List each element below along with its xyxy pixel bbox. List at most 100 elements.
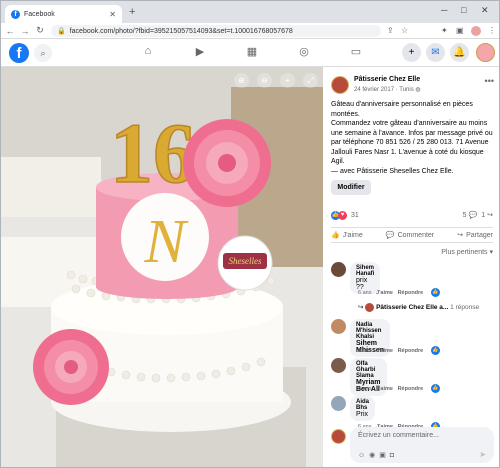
zoom-out-icon[interactable]: ⊖: [257, 73, 272, 88]
commenter-name[interactable]: Aida Bhs: [356, 399, 369, 411]
like-button[interactable]: 👍 J'aime: [331, 231, 363, 240]
lock-icon: 🔒: [57, 28, 66, 35]
comment-reply-link[interactable]: Répondre: [398, 348, 424, 354]
comment-time[interactable]: 6 ans: [358, 290, 371, 296]
maximize-button[interactable]: □: [461, 5, 466, 15]
emoji-icon[interactable]: ☺: [358, 452, 369, 459]
comment-tools: ☺◉▣◘: [358, 451, 398, 459]
comment-time[interactable]: 6 ans: [358, 348, 371, 354]
photo-viewer: N 16 Sheselles ⊕ ⊖ ⌖ ⤢: [1, 67, 323, 467]
video-icon[interactable]: ▶: [193, 45, 207, 59]
url-text: facebook.com/photo/?fbid=395215057514093…: [69, 27, 293, 35]
commenter-avatar[interactable]: [331, 319, 346, 334]
comment-like-link[interactable]: J'aime: [376, 386, 393, 392]
share-count-icon: ↪: [487, 212, 493, 219]
tab-close-icon[interactable]: ✕: [109, 10, 116, 19]
comment-count-icon: 💬: [468, 212, 478, 219]
comment-count[interactable]: 5: [463, 212, 467, 219]
comment-input[interactable]: Écrivez un commentaire... ☺◉▣◘ ➤: [350, 427, 494, 463]
share-page-icon[interactable]: ⇪: [387, 26, 394, 35]
commenter-avatar[interactable]: [331, 262, 346, 277]
home-icon[interactable]: ⌂: [141, 45, 155, 59]
cake-letter: N: [143, 208, 189, 276]
cake-photo: N 16 Sheselles: [1, 67, 323, 467]
reaction-count[interactable]: 31: [351, 212, 359, 219]
desc-line-3: — avec Pâtisserie Sheselles Chez Elle.: [331, 167, 454, 175]
url-field[interactable]: 🔒 facebook.com/photo/?fbid=3952150575140…: [51, 25, 381, 37]
commenter-name[interactable]: Nadia M'hissen Khalsi: [356, 322, 384, 340]
reply-avatar: [365, 303, 375, 312]
globe-icon: ◍: [415, 87, 421, 93]
sticker-icon[interactable]: ◘: [390, 452, 398, 459]
post-date[interactable]: 24 février 2017: [354, 87, 394, 93]
cake-number: 16: [110, 105, 196, 201]
more-options-icon[interactable]: •••: [485, 76, 494, 86]
modify-button[interactable]: Modifier: [331, 180, 371, 195]
camera-icon[interactable]: ◉: [369, 452, 379, 459]
forward-icon[interactable]: →: [19, 26, 31, 36]
browser-window: f Facebook ✕ + ─ □ ✕ ← → ↻ 🔒 facebook.co…: [0, 0, 500, 468]
notifications-bell-icon[interactable]: 🔔: [450, 43, 469, 62]
marketplace-icon[interactable]: ▦: [245, 45, 259, 59]
comment-text: Prix: [356, 411, 369, 418]
page-name[interactable]: Pâtisserie Chez Elle: [354, 76, 420, 83]
tab-facebook[interactable]: f Facebook ✕: [5, 5, 122, 23]
messenger-icon[interactable]: ✉: [426, 43, 445, 62]
share-icon: ↪: [457, 232, 464, 239]
comment-meta: 6 ans J'aime Répondre 👍: [358, 346, 440, 355]
gif-icon[interactable]: ▣: [379, 452, 390, 459]
commenter-name[interactable]: Olfa Gharbi Slama: [356, 361, 381, 379]
fullscreen-icon[interactable]: ⤢: [303, 73, 318, 88]
bookmark-star-icon[interactable]: ☆: [401, 26, 408, 35]
desc-line-1: Gâteau d'anniversaire personnalisé en pi…: [331, 101, 473, 118]
logo-text: Sheselles: [229, 256, 262, 266]
zoom-in-icon[interactable]: ⊕: [234, 73, 249, 88]
comment-button[interactable]: 💬 Commenter: [385, 231, 434, 240]
share-count[interactable]: 1: [481, 212, 485, 219]
extensions-icon[interactable]: ✦: [441, 26, 448, 35]
post-location[interactable]: Tunis: [399, 87, 413, 93]
close-window-button[interactable]: ✕: [481, 5, 489, 16]
reply-arrow-icon: ↪: [358, 304, 364, 312]
writer-avatar: [331, 429, 346, 444]
back-icon[interactable]: ←: [4, 26, 16, 36]
reply-thread[interactable]: ↪ Pâtisserie Chez Elle a... 1 réponse: [358, 303, 479, 312]
pink-rose-top: [183, 119, 271, 207]
account-avatar[interactable]: [476, 43, 495, 62]
minimize-button[interactable]: ─: [441, 5, 447, 15]
reload-icon[interactable]: ↻: [34, 25, 46, 36]
groups-icon[interactable]: ◎: [297, 45, 311, 59]
profile-avatar-icon[interactable]: [471, 26, 481, 36]
sidebar-icon[interactable]: ▣: [456, 26, 464, 35]
comment-time[interactable]: 6 ans: [358, 386, 371, 392]
commenter-avatar[interactable]: [331, 358, 346, 373]
comment-like-link[interactable]: J'aime: [376, 290, 393, 296]
comment-like-link[interactable]: J'aime: [376, 348, 393, 354]
comment-icon: 💬: [385, 232, 395, 239]
tag-icon[interactable]: ⌖: [280, 73, 295, 88]
comment-filter-dropdown[interactable]: Plus pertinents ▾: [441, 248, 493, 256]
browser-menu-icon[interactable]: ⋮: [488, 26, 496, 35]
commenter-avatar[interactable]: [331, 396, 346, 411]
comment-like-badge-icon: 👍: [430, 288, 440, 297]
comment-reply-link[interactable]: Répondre: [398, 290, 424, 296]
logo-plaque: Sheselles: [217, 235, 273, 291]
desc-line-2: Commandez votre gâteau d'anniversaire au…: [331, 120, 493, 165]
post-sidebar: Pâtisserie Chez Elle 24 février 2017 · T…: [323, 67, 499, 467]
page-avatar[interactable]: [331, 76, 349, 94]
gaming-icon[interactable]: ▭: [349, 45, 363, 59]
thumbs-up-icon: 👍: [331, 232, 340, 239]
comment-placeholder: Écrivez un commentaire...: [358, 432, 439, 439]
new-tab-button[interactable]: +: [129, 6, 135, 18]
comment-reply-link[interactable]: Répondre: [398, 386, 424, 392]
commenter-name[interactable]: Sihem Hanafi: [356, 265, 374, 277]
facebook-logo-icon[interactable]: f: [9, 43, 29, 63]
send-icon[interactable]: ➤: [479, 450, 486, 459]
reply-author: Pâtisserie Chez Elle a...: [376, 304, 449, 312]
create-icon[interactable]: +: [402, 43, 421, 62]
search-icon[interactable]: ⌕: [34, 44, 52, 62]
write-comment-area: Écrivez un commentaire... ☺◉▣◘ ➤: [331, 427, 496, 467]
share-button[interactable]: ↪ Partager: [457, 231, 493, 240]
pink-rose-bottom: [33, 329, 109, 405]
reaction-summary: 👍 ♥ 31 5 💬 1 ↪: [331, 210, 493, 220]
